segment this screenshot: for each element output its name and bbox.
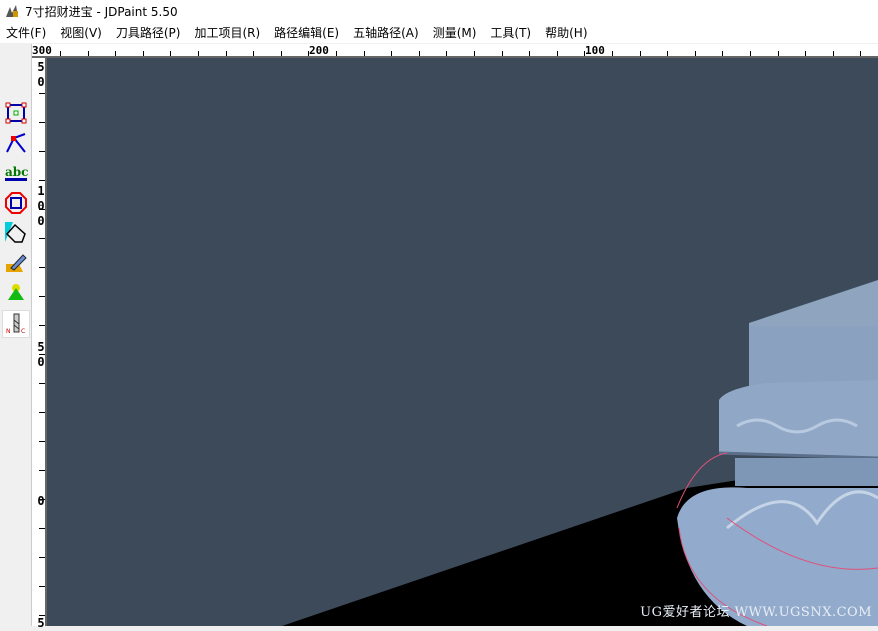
- ruler-tick: [39, 586, 45, 587]
- menu-file[interactable]: 文件(F): [6, 24, 46, 41]
- ruler-tick: [39, 441, 45, 442]
- left-ruler: 5 0 1 0 0 5 0 0 5: [32, 58, 47, 630]
- ruler-tick: [39, 557, 45, 558]
- ruler-tick: [39, 470, 45, 471]
- ruler-tick: [87, 51, 89, 56]
- ruler-tick: [39, 325, 45, 326]
- menu-view[interactable]: 视图(V): [60, 24, 102, 41]
- ruler-tick: [612, 51, 613, 56]
- ruler-tick: [694, 51, 696, 56]
- window-title: 7寸招财进宝 - JDPaint 5.50: [25, 4, 178, 19]
- ruler-tick: [529, 51, 531, 56]
- svg-text:abc: abc: [5, 165, 28, 179]
- menu-path-edit[interactable]: 路径编辑(E): [274, 24, 339, 41]
- menu-toolpath[interactable]: 刀具路径(P): [116, 24, 181, 41]
- nc-tool-icon[interactable]: NC: [2, 310, 30, 338]
- ruler-tick: [39, 93, 45, 94]
- menu-machining[interactable]: 加工项目(R): [194, 24, 260, 41]
- ruler-label: 0: [37, 494, 45, 508]
- ruler-tick: [805, 51, 807, 56]
- ruler-tick: [777, 51, 779, 56]
- sculpt-tool-icon[interactable]: [2, 249, 30, 277]
- model-ring-band: [719, 380, 878, 458]
- ruler-tick: [501, 51, 503, 56]
- ruler-tick: [280, 51, 282, 56]
- menu-tools[interactable]: 工具(T): [490, 24, 531, 41]
- watermark: UG爱好者论坛 WWW.UGSNX.COM: [640, 605, 872, 620]
- model-neck: [735, 458, 878, 486]
- ruler-tick: [39, 499, 45, 500]
- top-ruler: 300 200 100: [32, 44, 878, 58]
- text-abc-icon[interactable]: abc: [2, 159, 30, 187]
- green-cone-icon[interactable]: [2, 279, 30, 307]
- svg-text:N: N: [6, 328, 11, 335]
- ruler-label: 100: [585, 44, 605, 57]
- menu-measure[interactable]: 测量(M): [433, 24, 477, 41]
- ruler-tick: [556, 51, 558, 56]
- ruler-tick: [39, 122, 45, 123]
- ruler-tick: [446, 51, 448, 56]
- 3d-viewport[interactable]: UG爱好者论坛 WWW.UGSNX.COM: [47, 58, 878, 626]
- ruler-tick: [115, 51, 117, 56]
- jdpaint-app-icon: [6, 5, 18, 17]
- menu-five-axis[interactable]: 五轴路径(A): [353, 24, 419, 41]
- ruler-tick: [39, 296, 45, 297]
- ruler-tick: [39, 383, 45, 384]
- octagon-icon[interactable]: [2, 189, 30, 217]
- menu-help[interactable]: 帮助(H): [545, 24, 587, 41]
- ruler-tick: [336, 51, 337, 56]
- ruler-label: 5: [37, 616, 45, 630]
- ruler-tick: [39, 412, 45, 413]
- ruler-tick: [750, 51, 751, 56]
- ruler-tick: [39, 151, 45, 152]
- menu-bar: 文件(F) 视图(V) 刀具路径(P) 加工项目(R) 路径编辑(E) 五轴路径…: [0, 22, 878, 43]
- ruler-label: 200: [309, 44, 329, 57]
- ruler-tick: [225, 51, 227, 56]
- left-toolbar: abc NC: [0, 44, 32, 626]
- select-box-icon[interactable]: [2, 99, 30, 127]
- ruler-tick: [253, 51, 255, 56]
- shape-fill-icon[interactable]: [2, 219, 30, 247]
- ruler-tick: [832, 51, 834, 56]
- model-top-face: [749, 280, 878, 326]
- ruler-tick: [722, 51, 724, 56]
- ruler-label: 5 0: [37, 340, 45, 369]
- ruler-label: 300: [32, 44, 52, 57]
- ruler-tick: [39, 267, 45, 268]
- model-render: [282, 280, 878, 626]
- ruler-tick: [308, 51, 310, 56]
- ruler-tick: [418, 51, 420, 56]
- ruler-tick: [391, 51, 393, 56]
- ruler-label: 1 0 0: [37, 184, 45, 228]
- ruler-tick: [39, 238, 45, 239]
- ruler-tick: [639, 51, 641, 56]
- ruler-tick: [667, 51, 669, 56]
- ruler-tick: [142, 51, 144, 56]
- ruler-tick: [39, 209, 45, 210]
- title-bar: 7寸招财进宝 - JDPaint 5.50: [0, 0, 878, 22]
- ruler-tick: [39, 180, 45, 181]
- ruler-tick: [170, 51, 172, 56]
- ruler-label: 5 0: [37, 60, 45, 89]
- ruler-tick: [363, 51, 365, 56]
- ruler-tick: [39, 354, 45, 355]
- ruler-tick: [198, 51, 199, 56]
- ruler-tick: [474, 51, 475, 56]
- ruler-tick: [60, 51, 61, 56]
- ruler-tick: [584, 51, 586, 56]
- svg-text:C: C: [21, 328, 25, 335]
- ruler-tick: [39, 615, 45, 616]
- ruler-tick: [860, 51, 862, 56]
- ruler-tick: [39, 528, 45, 529]
- line-draw-icon[interactable]: [2, 129, 30, 157]
